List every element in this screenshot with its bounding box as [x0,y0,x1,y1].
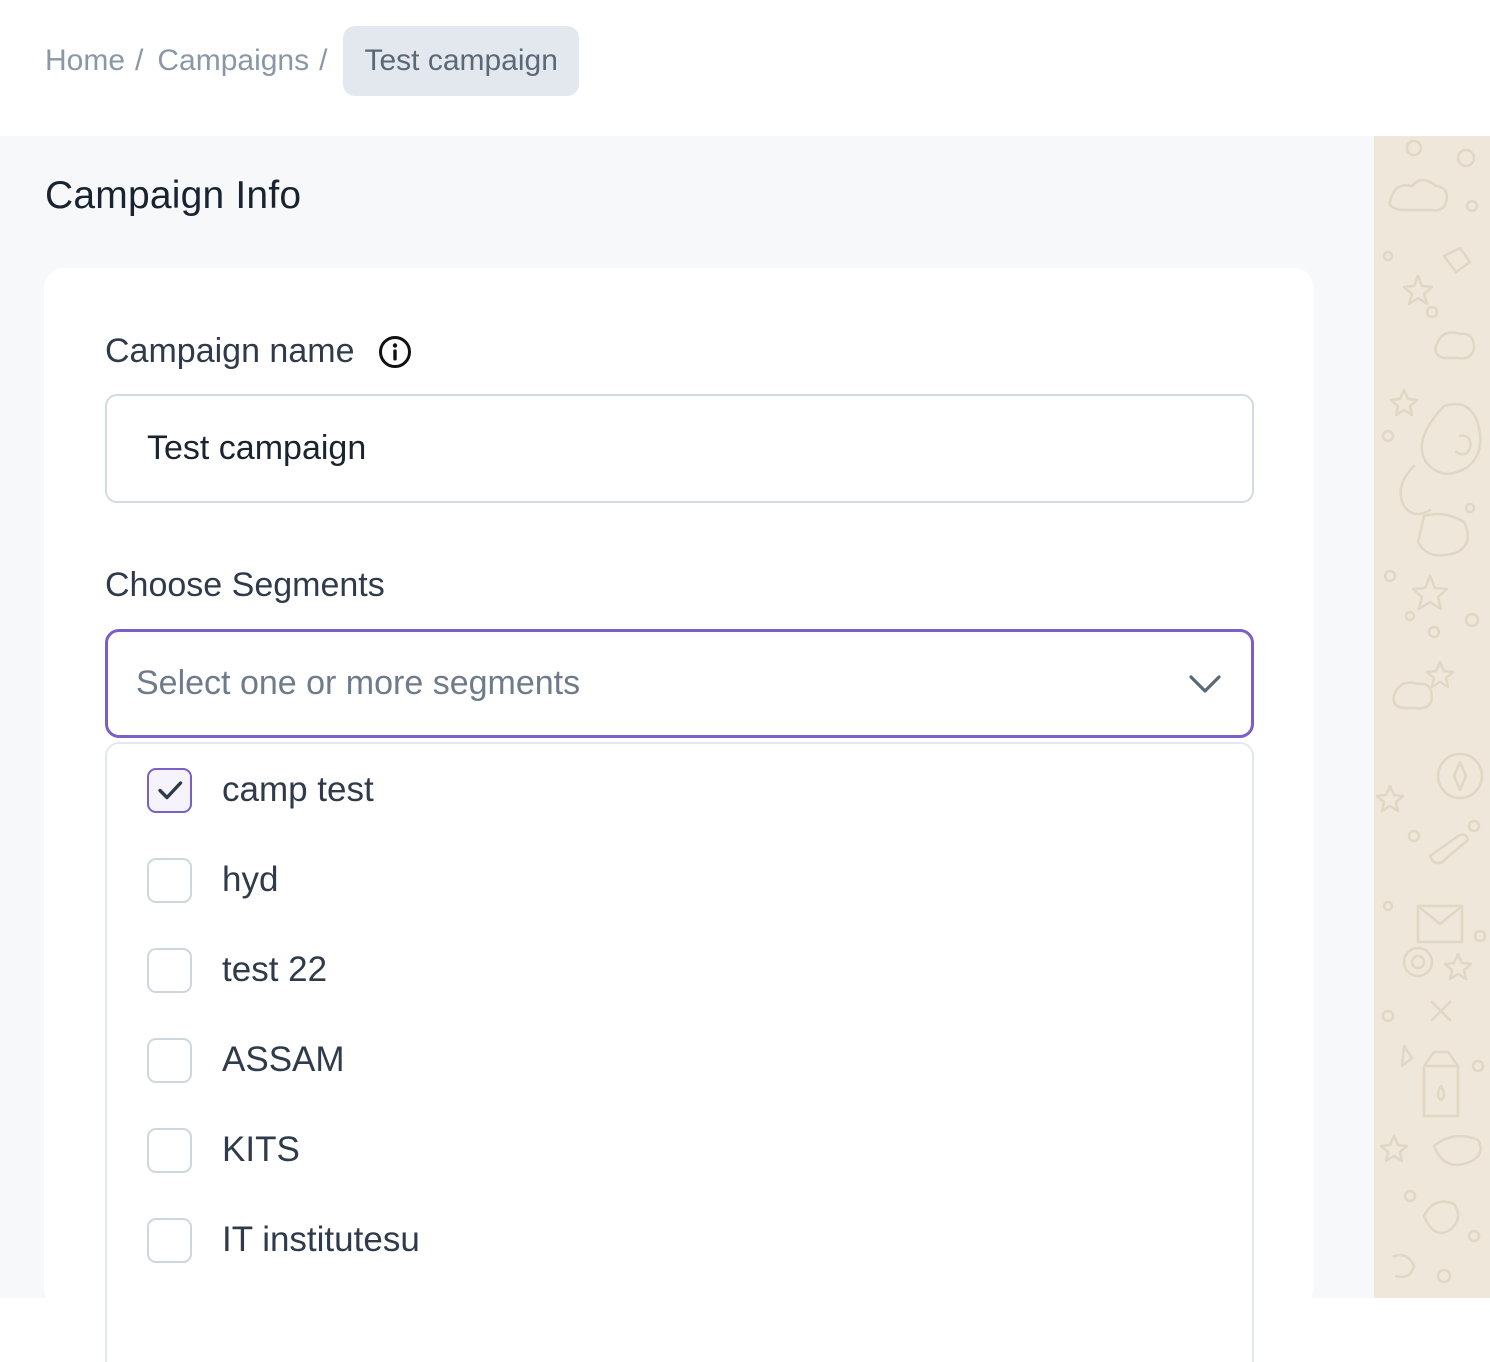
segments-placeholder: Select one or more segments [136,664,581,702]
segment-option[interactable]: ASSAM [147,1030,345,1090]
segment-option-label: camp test [222,770,374,809]
segment-option-label: test 22 [222,950,328,989]
breadcrumb-campaigns[interactable]: Campaigns [157,44,309,78]
breadcrumb-separator: / [135,44,144,77]
segment-option-label: KITS [222,1130,300,1169]
main-content: Campaign Info Campaign name Choose Segme… [0,136,1374,1362]
campaign-name-label: Campaign name [105,332,355,370]
segment-checkbox[interactable] [147,1217,192,1263]
segment-option[interactable]: KITS [147,1120,300,1180]
segments-label-row: Choose Segments [105,566,385,605]
segment-checkbox[interactable] [147,947,192,993]
segment-option[interactable]: IT institutesu [147,1210,420,1270]
section-title: Campaign Info [45,174,302,217]
segment-option[interactable]: test 22 [147,940,327,1000]
segment-checkbox[interactable] [147,1127,192,1173]
check-icon [157,781,182,800]
info-icon[interactable] [378,335,412,369]
segments-dropdown: camp test hyd test 22 ASSAM KITS IT inst [105,742,1254,1362]
segment-option-label: IT institutesu [222,1220,420,1259]
segments-label: Choose Segments [105,566,385,604]
segment-checkbox[interactable] [147,1037,192,1083]
top-bar: Home / Campaigns / Test campaign [0,0,1490,136]
campaign-name-input[interactable] [105,394,1254,503]
segment-checkbox[interactable] [147,767,192,813]
chat-background-panel [1374,136,1490,1298]
segments-select[interactable]: Select one or more segments [105,629,1254,738]
doodle-pattern [1375,139,1487,1284]
segment-option-label: ASSAM [222,1040,345,1079]
campaign-info-card: Campaign name Choose Segments Select one… [44,268,1314,1362]
breadcrumb: Home / Campaigns / Test campaign [45,26,579,96]
chevron-down-icon [1187,666,1223,702]
segment-option-label: hyd [222,860,279,899]
segment-option[interactable]: camp test [147,760,374,820]
breadcrumb-home[interactable]: Home [45,44,125,78]
segment-option[interactable]: hyd [147,850,278,910]
breadcrumb-separator: / [319,44,328,77]
segment-checkbox[interactable] [147,857,192,903]
campaign-name-label-row: Campaign name [105,332,412,371]
breadcrumb-current: Test campaign [343,26,579,96]
